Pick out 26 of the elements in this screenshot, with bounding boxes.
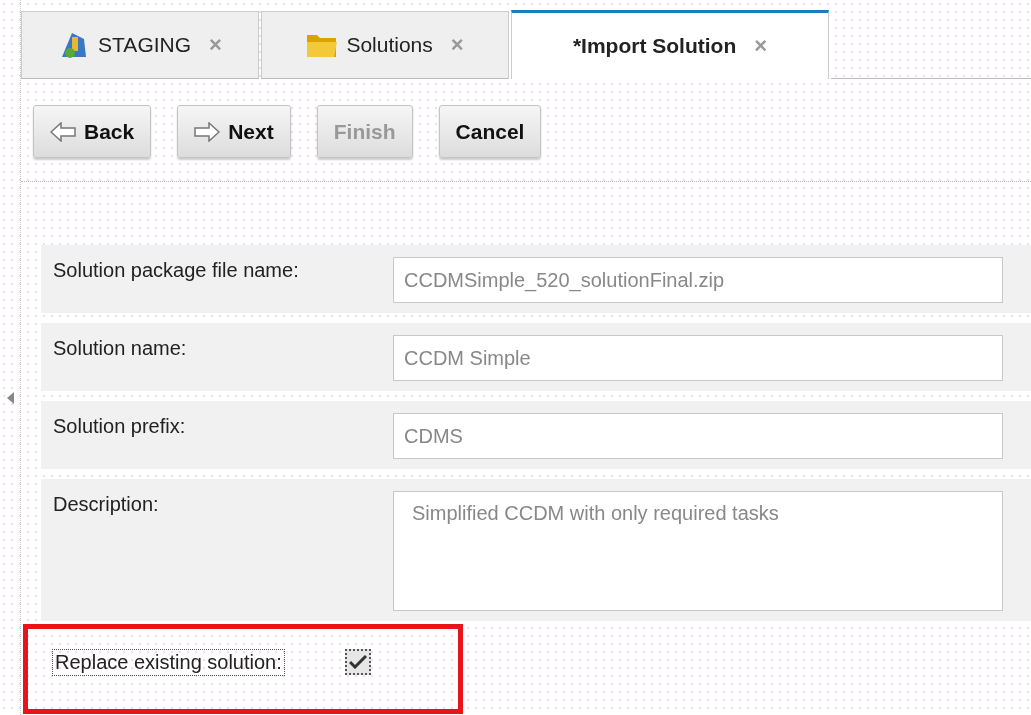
tab[interactable]: STAGING × — [21, 11, 259, 79]
description-field[interactable]: Simplified CCDM with only required tasks — [393, 491, 1003, 611]
close-icon[interactable]: × — [209, 32, 222, 58]
field-label: Description: — [53, 492, 160, 516]
field-label: Solution prefix: — [53, 414, 187, 438]
tab-label: Solutions — [346, 33, 433, 57]
collapse-arrow-icon[interactable] — [6, 392, 14, 404]
close-icon[interactable]: × — [754, 33, 768, 59]
field-label: Solution name: — [53, 336, 188, 360]
toolbar-button[interactable]: Back — [33, 105, 152, 158]
checkbox[interactable] — [344, 649, 371, 675]
input-field[interactable]: CCDMSimple_520_solutionFinal.zip — [393, 257, 1003, 303]
tab[interactable]: Solutions × — [261, 11, 509, 79]
right-arrow-icon — [194, 121, 221, 142]
check-icon — [348, 655, 367, 669]
toolbar-button[interactable]: Cancel — [438, 105, 542, 158]
left-arrow-icon — [50, 121, 76, 142]
tab-label: STAGING — [98, 33, 192, 57]
field-label: Solution package file name: — [53, 258, 300, 282]
close-icon[interactable]: × — [450, 32, 464, 58]
tab-label: *Import Solution — [572, 34, 737, 58]
input-field[interactable]: CCDM Simple — [393, 335, 1003, 381]
tab[interactable]: *Import Solution × — [511, 10, 829, 79]
checkbox-label: Replace existing solution: — [52, 648, 285, 676]
toolbar-button[interactable]: Next — [177, 105, 291, 158]
input-field[interactable]: CDMS — [393, 413, 1003, 459]
